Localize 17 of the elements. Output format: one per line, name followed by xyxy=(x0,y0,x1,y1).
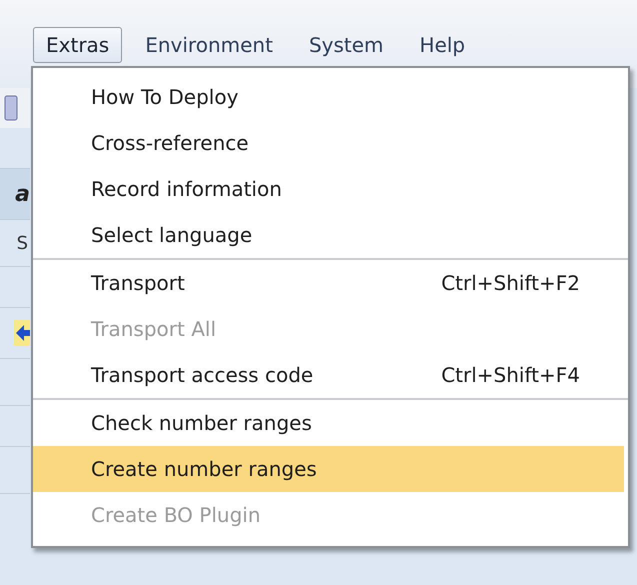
menu-item[interactable]: Record information xyxy=(33,166,628,212)
menu-item[interactable]: Transport access code Ctrl+Shift+F4 xyxy=(33,352,628,398)
menu-bar-item[interactable]: Help xyxy=(406,27,478,63)
menu-bar-item[interactable]: System xyxy=(296,27,397,63)
tab-label-fragment: S xyxy=(16,232,28,254)
shortcut-label: Ctrl+Shift+F4 xyxy=(441,363,580,387)
toolbar-icon[interactable] xyxy=(4,95,18,121)
shortcut-label: Ctrl+Shift+F2 xyxy=(441,271,580,295)
menu-item[interactable]: Cross-reference xyxy=(33,120,628,166)
menu-item[interactable]: Check number ranges xyxy=(33,400,628,446)
menu-item[interactable]: Transport Ctrl+Shift+F2 xyxy=(33,260,628,306)
screen-title-bar: a xyxy=(0,169,30,220)
menu-bar-item[interactable]: Environment xyxy=(132,27,286,63)
menu-item[interactable]: Create number ranges xyxy=(33,446,624,492)
menu-item[interactable]: How To Deploy xyxy=(33,74,628,120)
menu-bar-item[interactable]: Extras xyxy=(33,27,122,63)
menu-item[interactable]: Select language xyxy=(33,212,628,258)
